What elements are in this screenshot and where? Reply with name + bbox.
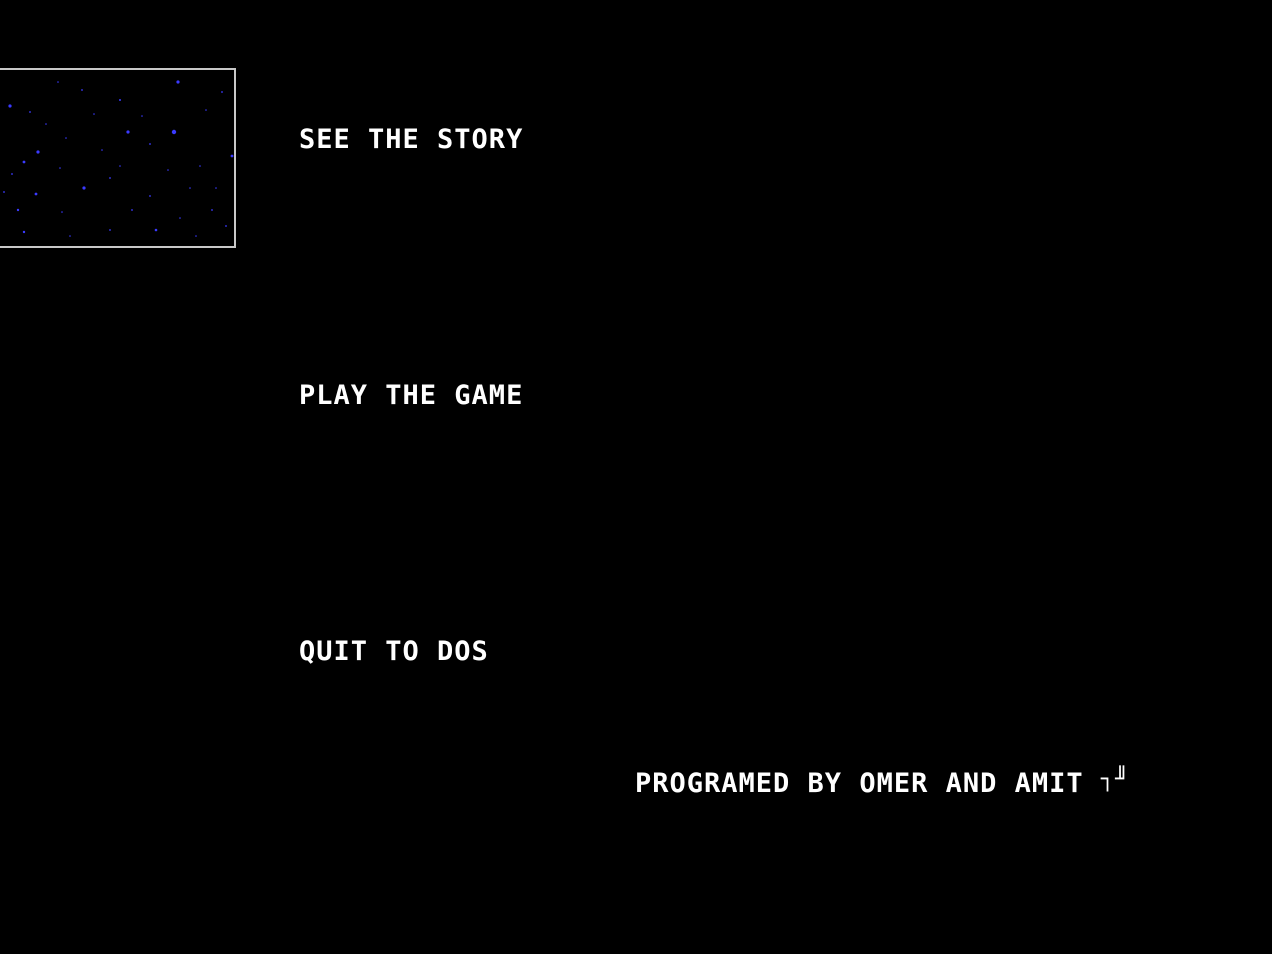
- star-dot: [16, 208, 20, 212]
- star-dot: [171, 129, 177, 135]
- star-dot: [109, 229, 111, 231]
- star-dot: [167, 169, 169, 171]
- star-dot: [230, 154, 234, 158]
- star-dot: [119, 99, 121, 101]
- star-dot: [81, 89, 83, 91]
- star-dot: [22, 230, 26, 234]
- star-dot: [8, 104, 12, 108]
- star-dot: [149, 195, 151, 197]
- star-dot: [65, 137, 67, 139]
- star-dot: [36, 150, 40, 154]
- star-dot: [101, 149, 103, 151]
- star-dot: [199, 165, 201, 167]
- star-dot: [93, 113, 95, 115]
- star-dot: [205, 109, 207, 111]
- star-dot: [225, 225, 227, 227]
- star-dot: [141, 115, 143, 117]
- star-dot: [3, 191, 5, 193]
- star-dot: [59, 167, 61, 169]
- star-dot: [215, 187, 217, 189]
- credits-glyph: ┐╜: [1100, 767, 1130, 792]
- star-dot: [29, 111, 31, 113]
- star-dot: [82, 186, 86, 190]
- credits-text: PROGRAMED BY OMER AND AMIT: [635, 768, 1084, 799]
- star-dot: [211, 209, 213, 211]
- menu-item-quit-to-dos[interactable]: QUIT TO DOS: [299, 636, 489, 668]
- star-dot: [119, 165, 121, 167]
- star-dot: [221, 91, 223, 93]
- star-dot: [34, 192, 38, 196]
- star-dot: [126, 130, 130, 134]
- credits-line: PROGRAMED BY OMER AND AMIT ┐╜: [635, 764, 1129, 800]
- menu-item-play-the-game[interactable]: PLAY THE GAME: [299, 380, 523, 412]
- star-dot: [195, 235, 197, 237]
- star-dot: [45, 123, 47, 125]
- star-dot: [179, 217, 181, 219]
- star-dot: [22, 160, 26, 164]
- star-dot: [69, 235, 71, 237]
- star-dot: [109, 177, 111, 179]
- star-dot: [176, 80, 180, 84]
- star-dot: [61, 211, 63, 213]
- star-dot: [57, 81, 59, 83]
- star-dot: [154, 228, 158, 232]
- starfield-canvas: [3, 80, 234, 237]
- star-dot: [149, 143, 151, 145]
- star-dot: [189, 187, 191, 189]
- star-dot: [131, 209, 133, 211]
- menu-item-see-the-story[interactable]: SEE THE STORY: [299, 124, 523, 156]
- starfield-preview: [0, 68, 236, 248]
- star-dot: [11, 173, 13, 175]
